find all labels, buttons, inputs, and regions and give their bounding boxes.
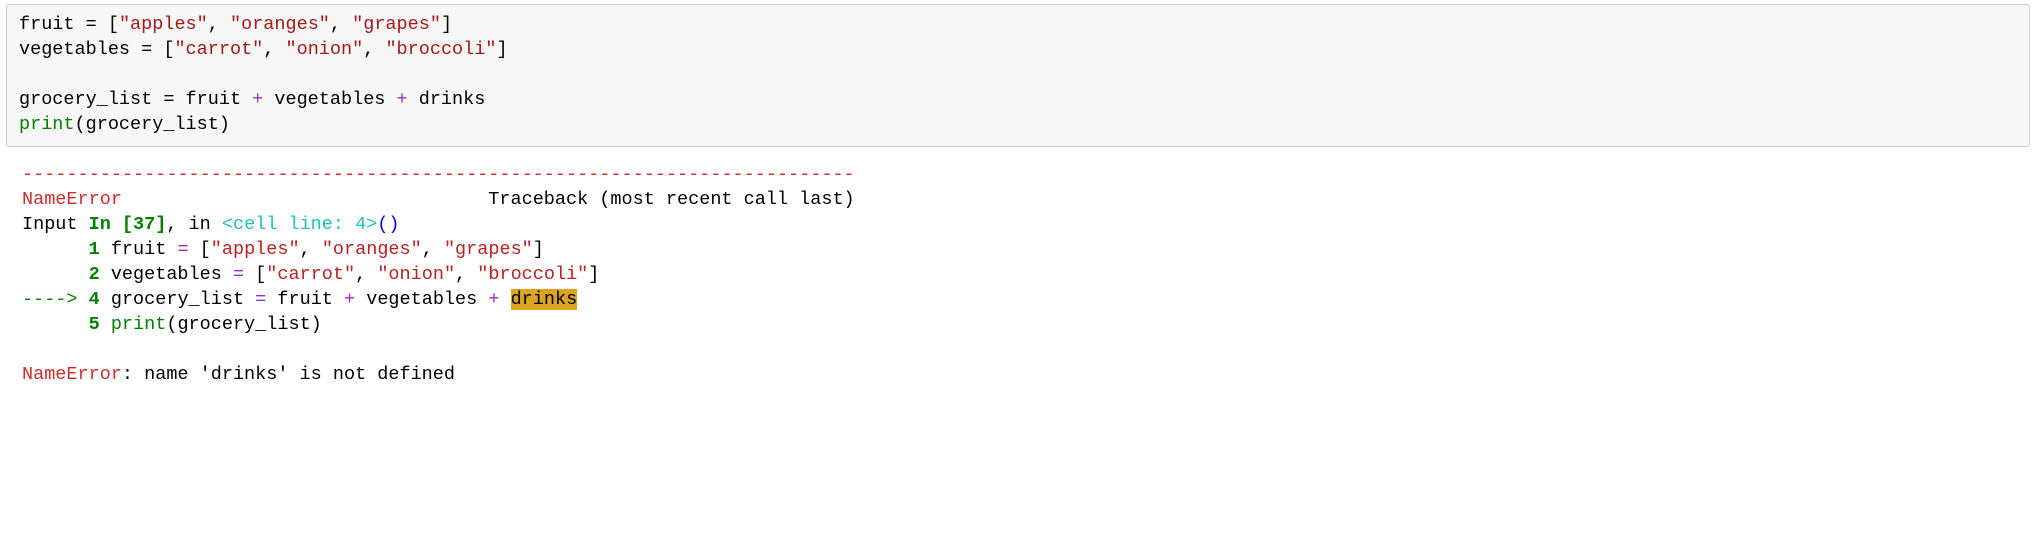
jupyter-cell: fruit = ["apples", "oranges", "grapes"] … bbox=[0, 0, 2036, 388]
code-line-2: vegetables = ["carrot", "onion", "brocco… bbox=[19, 39, 508, 60]
error-type: NameError bbox=[22, 189, 122, 210]
error-type-final: NameError bbox=[22, 364, 122, 385]
traceback-separator: ----------------------------------------… bbox=[22, 164, 855, 185]
traceback-label: Traceback (most recent call last) bbox=[122, 189, 855, 210]
code-line-4: grocery_list = fruit + vegetables + drin… bbox=[19, 89, 485, 110]
code-line-5: print(grocery_list) bbox=[19, 114, 230, 135]
error-message: : name 'drinks' is not defined bbox=[122, 364, 455, 385]
highlighted-error-token: drinks bbox=[511, 289, 578, 310]
error-arrow-icon: ----> bbox=[22, 289, 89, 310]
code-input-cell[interactable]: fruit = ["apples", "oranges", "grapes"] … bbox=[6, 4, 2030, 147]
error-output: ----------------------------------------… bbox=[0, 147, 2036, 388]
code-line-1: fruit = ["apples", "oranges", "grapes"] bbox=[19, 14, 452, 35]
